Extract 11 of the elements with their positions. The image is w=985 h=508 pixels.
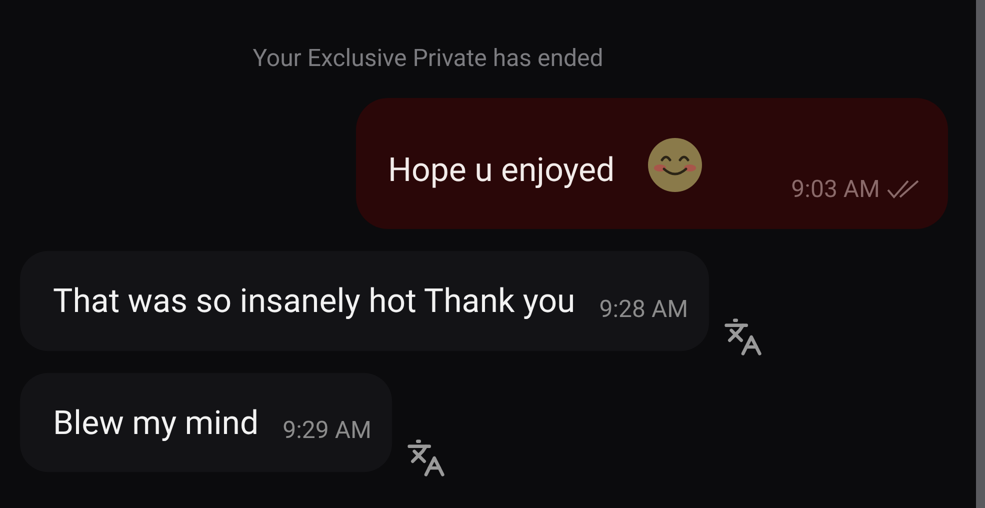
message-time: 9:29 AM (282, 415, 372, 446)
system-notice: Your Exclusive Private has ended (252, 43, 604, 74)
translate-icon[interactable] (406, 438, 446, 478)
message-text: That was so insanely hot Thank you (53, 281, 576, 323)
scrollbar[interactable] (976, 0, 985, 508)
smiling-face-icon (646, 136, 703, 192)
message-time: 9:28 AM (599, 294, 688, 324)
message-time: 9:03 AM (791, 174, 880, 205)
message-text: Hope u enjoyed (388, 150, 615, 192)
message-text: Blew my mind (53, 402, 259, 444)
translate-icon[interactable] (723, 316, 764, 356)
